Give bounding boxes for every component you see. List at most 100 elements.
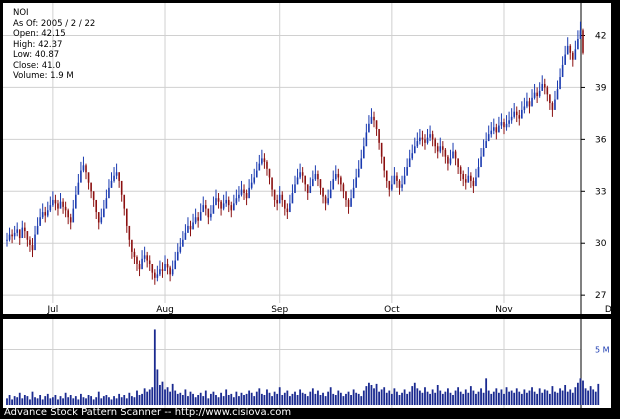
candle-body bbox=[215, 198, 217, 206]
volume-bar bbox=[541, 392, 544, 405]
volume-bar bbox=[192, 393, 194, 405]
volume-bar bbox=[401, 392, 403, 405]
volume-bar bbox=[447, 388, 449, 405]
candle-body bbox=[513, 111, 515, 117]
volume-bar bbox=[171, 383, 174, 405]
candle-body bbox=[347, 199, 350, 207]
candle-body bbox=[8, 234, 11, 240]
candle-body bbox=[334, 173, 337, 180]
candle-body bbox=[505, 123, 508, 128]
volume-bar bbox=[360, 396, 363, 405]
candle-body bbox=[503, 122, 505, 128]
volume-bar bbox=[174, 390, 177, 405]
volume-bar bbox=[584, 388, 587, 405]
candle-body bbox=[536, 92, 538, 97]
volume-bar bbox=[87, 395, 90, 405]
volume-bar bbox=[577, 382, 579, 405]
candle-body bbox=[199, 212, 202, 221]
x-tick-label: Oct bbox=[384, 305, 400, 314]
candle-body bbox=[258, 163, 261, 171]
candle-body bbox=[240, 189, 243, 195]
candle-body bbox=[391, 184, 393, 190]
candle-body bbox=[291, 193, 294, 204]
candle-body bbox=[396, 175, 398, 181]
volume-bar bbox=[518, 391, 521, 405]
candle-body bbox=[52, 199, 54, 206]
volume-bar bbox=[492, 391, 495, 405]
volume-bar bbox=[123, 395, 126, 405]
volume-bar bbox=[227, 395, 230, 405]
volume-bar bbox=[513, 392, 516, 405]
candle-body bbox=[574, 49, 577, 60]
candle-body bbox=[95, 199, 98, 213]
candle-body bbox=[284, 199, 286, 209]
candle-body bbox=[204, 205, 207, 209]
candle-body bbox=[327, 198, 329, 204]
volume-bar bbox=[194, 397, 197, 405]
candle-body bbox=[261, 158, 263, 164]
volume-bar bbox=[291, 393, 294, 405]
candle-body bbox=[457, 158, 459, 168]
candle-body bbox=[18, 229, 21, 239]
volume-bar bbox=[245, 393, 248, 405]
volume-bar bbox=[406, 393, 409, 405]
volume-bar bbox=[301, 392, 304, 405]
volume-bar bbox=[314, 393, 317, 405]
volume-bar bbox=[26, 396, 29, 405]
candle-body bbox=[69, 217, 72, 223]
volume-bar bbox=[319, 395, 322, 405]
footer-caption: Advance Stock Pattern Scanner -- http://… bbox=[4, 407, 292, 418]
candle-body bbox=[475, 177, 477, 187]
candle-body bbox=[250, 182, 253, 188]
volume-bar bbox=[449, 392, 452, 405]
volume-bar bbox=[324, 396, 327, 405]
volume-bar bbox=[457, 387, 460, 405]
volume-bar bbox=[452, 395, 454, 405]
volume-bar bbox=[304, 393, 307, 405]
volume-bar bbox=[51, 397, 54, 405]
candle-body bbox=[108, 187, 110, 199]
candle-body bbox=[125, 208, 128, 226]
candle-body bbox=[559, 77, 561, 90]
volume-bar bbox=[85, 398, 87, 405]
candle-body bbox=[220, 201, 222, 209]
volume-bar bbox=[368, 382, 370, 405]
candle-body bbox=[546, 87, 549, 95]
volume-bar bbox=[485, 378, 488, 405]
candle-body bbox=[154, 272, 156, 278]
volume-bar bbox=[268, 392, 271, 405]
volume-bar bbox=[23, 395, 26, 405]
candle-body bbox=[67, 210, 69, 218]
volume-bar bbox=[436, 385, 439, 405]
volume-bar bbox=[571, 392, 574, 405]
candle-body bbox=[222, 203, 225, 209]
volume-bar bbox=[526, 392, 528, 405]
candle-body bbox=[49, 205, 52, 211]
volume-bar bbox=[531, 387, 533, 405]
candle-body bbox=[138, 263, 141, 270]
volume-bar bbox=[548, 393, 551, 405]
volume-bar bbox=[222, 396, 225, 405]
candle-body bbox=[406, 167, 408, 176]
volume-bar bbox=[105, 395, 108, 405]
candle-body bbox=[477, 167, 480, 178]
candle-body bbox=[62, 201, 64, 207]
volume-bar bbox=[441, 393, 444, 405]
candle-body bbox=[375, 120, 378, 129]
open-label: Open: 42.15 bbox=[13, 29, 66, 39]
volume-bar bbox=[385, 392, 388, 405]
candle-body bbox=[416, 141, 419, 147]
candle-body bbox=[266, 161, 268, 169]
volume-bar bbox=[176, 393, 179, 405]
volume-bar bbox=[431, 389, 434, 405]
candle-body bbox=[286, 208, 289, 213]
candle-body bbox=[556, 89, 559, 100]
volume-bar bbox=[589, 386, 592, 405]
volume-bar bbox=[169, 391, 172, 405]
volume-bar bbox=[365, 386, 368, 405]
volume-label: Volume: 1.9 M bbox=[13, 71, 74, 81]
low-label: Low: 40.87 bbox=[13, 50, 60, 60]
volume-bar bbox=[523, 389, 526, 405]
candle-body bbox=[146, 255, 148, 261]
candle-body bbox=[212, 205, 215, 214]
